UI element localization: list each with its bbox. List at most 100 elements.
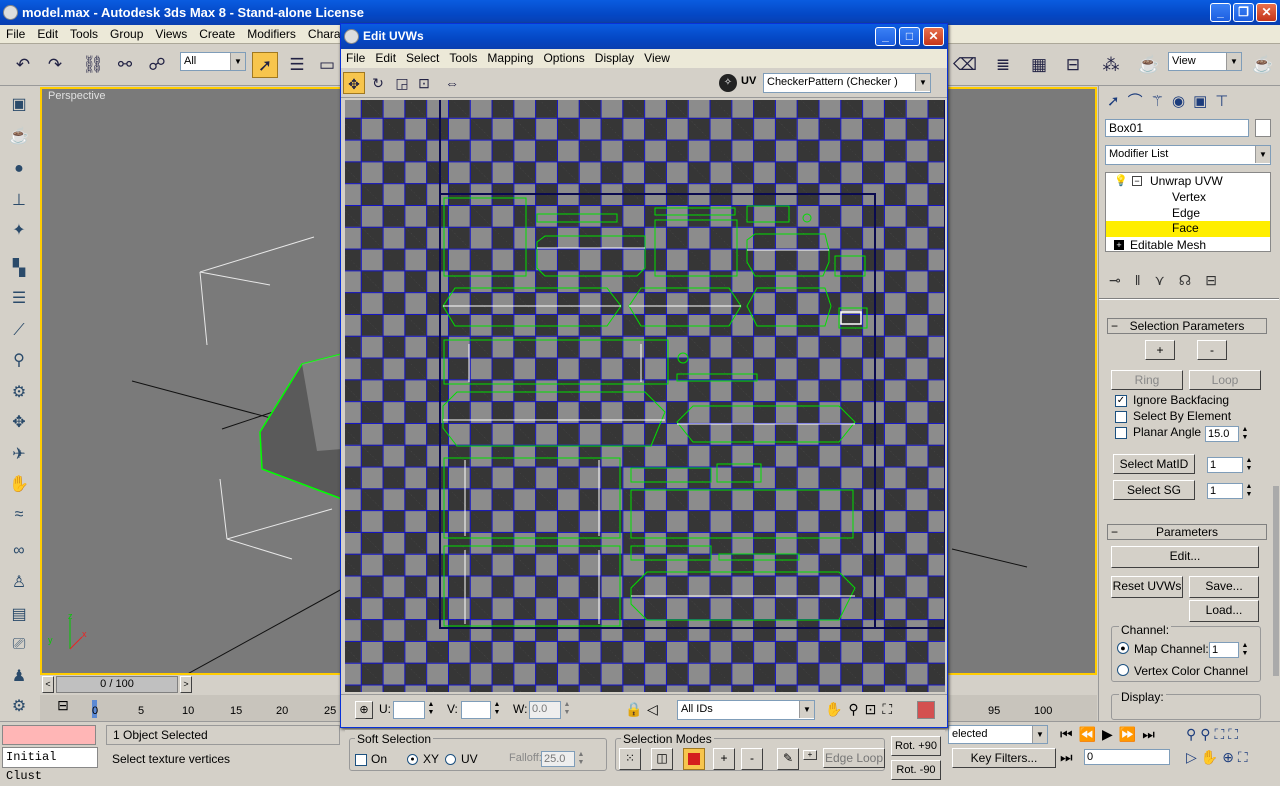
spinner-arrows-icon[interactable]: ▲ ▼ [426,701,436,717]
menu-file[interactable]: File [0,25,31,43]
gear-icon[interactable]: ⚙ [6,380,32,406]
spinner-arrows-icon[interactable]: ▲ ▼ [1244,457,1254,473]
uv-maximize-button[interactable]: □ [899,27,920,46]
viewport-navigation-controls-2[interactable]: ▷✋⊕⛶ [1186,749,1252,766]
spinner-arrows-icon[interactable]: ▲ ▼ [1240,642,1250,658]
contract-selection-button[interactable]: - [741,748,763,770]
freeform-tool-icon[interactable]: ⊡ [413,72,435,94]
stack-item-face[interactable]: Face [1106,221,1270,237]
uv-menu-select[interactable]: Select [401,49,444,67]
stack-item-vertex[interactable]: Vertex [1172,190,1206,204]
minimize-button[interactable]: _ [1210,3,1231,22]
ring-button[interactable]: Ring [1111,370,1183,390]
maxscript-listener-pink[interactable] [2,725,96,745]
time-slider-readout[interactable]: 0 / 100 [56,676,178,693]
u-field[interactable]: ▲ ▼ [393,701,434,719]
move-icon[interactable]: ✥ [6,410,32,436]
spinner-arrows-icon[interactable]: ▲ ▼ [562,701,572,717]
material-editor-icon[interactable]: ⁂ [1098,52,1124,78]
rotate-plus-90-button[interactable]: Rot. +90 [891,736,941,756]
edge-loop-button[interactable]: Edge Loop [823,748,885,768]
uv-view-controls[interactable]: ✋⚲⊡⛶ [825,701,898,718]
select-by-name-icon[interactable]: ☰ [284,52,310,78]
stack-item-edge[interactable]: Edge [1172,206,1200,220]
uv-menu-display[interactable]: Display [590,49,639,67]
eraser-icon[interactable]: ⌫ [952,52,978,78]
mini-curve-editor-icon[interactable]: ⊟ [50,697,76,719]
uv-canvas[interactable] [345,100,945,692]
unlink-icon[interactable]: ⚯ [112,52,138,78]
uv-minimize-button[interactable]: _ [875,27,896,46]
biped-icon[interactable]: ♙ [6,570,32,596]
viewport-navigation-controls[interactable]: ⚲⚲⛶⛶ [1186,726,1242,743]
key-filters-button[interactable]: Key Filters... [952,748,1056,768]
key-mode-selection-dropdown[interactable]: elected ▼ [948,725,1048,744]
modifier-list-dropdown[interactable]: Modifier List ▼ [1105,145,1271,165]
parameters-rollout[interactable]: − Parameters [1107,524,1267,540]
command-panel-tabs[interactable]: ➚⌒⚚◉▣⊤ [1107,90,1236,111]
menu-edit[interactable]: Edit [31,25,64,43]
rectangular-region-icon[interactable]: ▭ [314,52,340,78]
load-button[interactable]: Load... [1189,600,1259,622]
grow-selection-button[interactable]: + [1145,340,1175,360]
layers-icon[interactable]: ≣ [990,52,1016,78]
menu-views[interactable]: Views [149,25,193,43]
bird-icon[interactable]: ✈ [6,442,32,468]
planar-angle-checkbox[interactable] [1115,427,1127,439]
wave-icon[interactable]: ≈ [6,502,32,528]
v-field[interactable]: ▲ ▼ [461,701,500,719]
selection-filter-dropdown[interactable]: All ▼ [180,52,246,71]
stack-icon[interactable]: ☰ [6,286,32,312]
prev-frame-icon[interactable]: < [42,676,54,693]
undo-icon[interactable]: ↶ [10,52,36,78]
edge-mode-icon[interactable]: ◫ [651,748,673,770]
sg-spinner[interactable]: 1 ▲ ▼ [1207,483,1252,499]
expand-selection-button[interactable]: + [713,748,735,770]
link-icon[interactable]: ⛓ [80,52,106,78]
scale-tool-icon[interactable]: ◲ [391,72,413,94]
filter-icon[interactable]: ◁ [647,701,658,718]
menu-modifiers[interactable]: Modifiers [241,25,302,43]
select-sg-button[interactable]: Select SG [1113,480,1195,500]
ignore-backfacing-checkbox[interactable]: ✓ [1115,395,1127,407]
search-icon[interactable]: ⚲ [6,348,32,374]
select-object-icon[interactable]: ➚ [252,52,278,78]
mirror-tool-icon[interactable]: ⇔ [441,72,463,94]
menu-tools[interactable]: Tools [64,25,104,43]
map-channel-radio[interactable]: ● [1117,642,1129,654]
loop-button[interactable]: Loop [1189,370,1261,390]
bind-space-warp-icon[interactable]: ☍ [144,52,170,78]
camera-icon[interactable]: ⎚ [6,632,32,658]
spinner-arrows-icon[interactable]: ▲ ▼ [1244,483,1254,499]
quick-render-icon[interactable]: ☕ [1250,52,1276,78]
select-by-element-checkbox[interactable] [1115,411,1127,423]
absolute-offset-icon[interactable]: ⊕ [355,701,373,719]
next-frame-icon[interactable]: > [180,676,192,693]
box-icon[interactable]: ▣ [6,92,32,118]
rotate-minus-90-button[interactable]: Rot. -90 [891,760,941,780]
uv-menu-mapping[interactable]: Mapping [482,49,538,67]
teapot-icon[interactable]: ☕ [6,124,32,150]
cloth-icon[interactable]: ▤ [6,602,32,628]
light-icon[interactable]: ⊥ [6,188,32,214]
playback-controls[interactable]: ⏮⏪▶⏩⏭ [1060,726,1161,743]
planar-angle-spinner[interactable]: 15.0 ▲ ▼ [1205,426,1248,442]
uv-menu-edit[interactable]: Edit [370,49,401,67]
edit-uvws-button[interactable]: Edit... [1111,546,1259,568]
panel-scrollbar[interactable] [1273,486,1279,676]
link-chain-icon[interactable]: ∞ [6,538,32,564]
face-mode-icon[interactable] [683,748,705,770]
schematic-view-icon[interactable]: ⊟ [1060,52,1086,78]
move-tool-icon[interactable]: ✥ [343,72,365,94]
render-scene-icon[interactable]: ☕ [1136,52,1162,78]
falloff-spinner[interactable]: 25.0 ▲ ▼ [541,751,584,767]
paint-select-icon[interactable]: ✎ [777,748,799,770]
close-button[interactable]: ✕ [1256,3,1277,22]
show-map-icon[interactable]: ✧ [719,74,737,92]
checker-icon[interactable]: ▚ [6,256,32,282]
maxscript-mini-listener[interactable]: Initial Clust [2,747,98,783]
texture-dropdown[interactable]: CheckerPattern (Checker ) ▼ [763,73,931,93]
modifier-stack[interactable]: 💡 − Unwrap UVW Vertex Edge Face + Editab… [1105,172,1271,252]
material-id-dropdown[interactable]: All IDs ▼ [677,700,815,720]
render-view-dropdown[interactable]: View ▼ [1168,52,1242,71]
